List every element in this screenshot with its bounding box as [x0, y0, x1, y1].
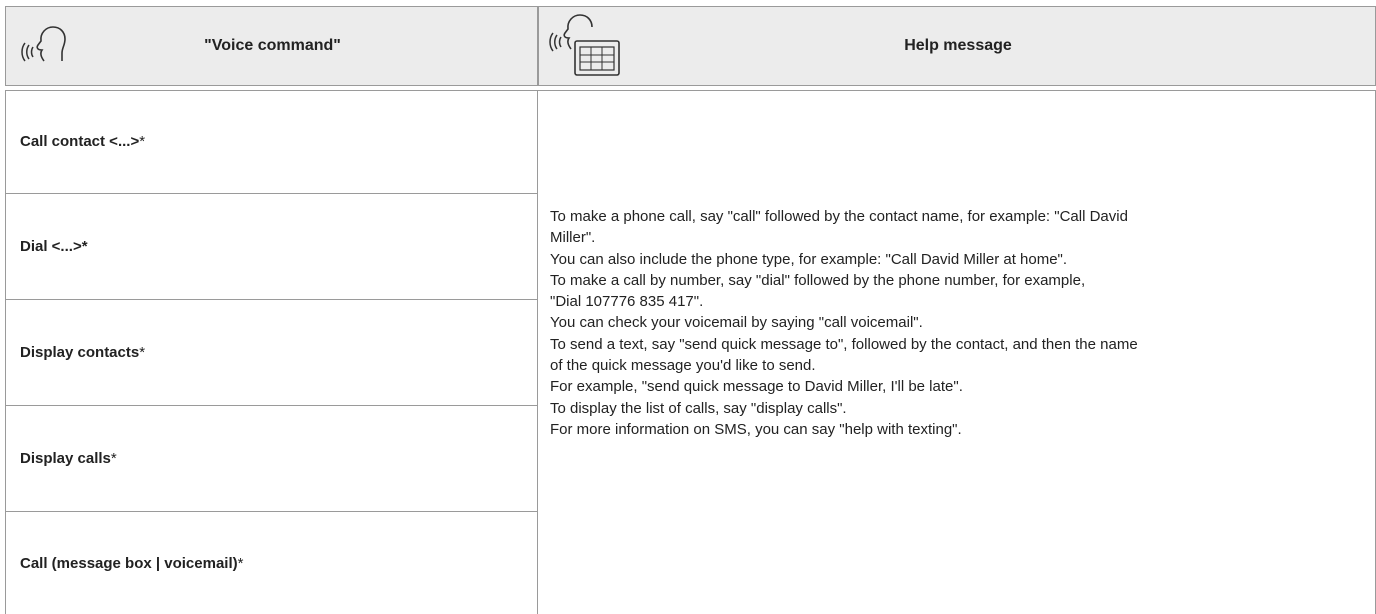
help-line: To send a text, say "send quick message …: [550, 335, 1138, 353]
help-column: To make a phone call, say "call" followe…: [538, 90, 1376, 614]
command-row: Display calls*: [6, 406, 538, 512]
help-line: You can also include the phone type, for…: [550, 250, 1068, 268]
commands-column: Call contact <...>* Dial <...>* Display …: [5, 90, 538, 614]
help-line: Miller".: [550, 229, 596, 247]
command-row: Dial <...>*: [6, 194, 538, 300]
help-line: For more information on SMS, you can say…: [550, 420, 962, 438]
help-line: To make a call by number, say "dial" fol…: [550, 271, 1086, 289]
help-line: To make a phone call, say "call" followe…: [550, 208, 1128, 225]
voice-command-header: "Voice command": [5, 6, 538, 86]
command-label: Display contacts*: [20, 344, 146, 361]
help-line: To display the list of calls, say "displ…: [550, 399, 847, 417]
command-row: Call contact <...>*: [6, 90, 538, 194]
help-message-header: Help message: [538, 6, 1376, 86]
help-line: You can check your voicemail by saying "…: [550, 314, 923, 332]
command-label: Display calls*: [20, 450, 117, 467]
command-label: Call contact <...>*: [20, 133, 146, 150]
voice-commands-table: "Voice command" Help message Call contac…: [0, 0, 1376, 614]
command-row: Call (message box | voicemail)*: [6, 512, 538, 614]
help-line: For example, "send quick message to Davi…: [550, 378, 963, 396]
help-line: "Dial 107776 835 417".: [550, 293, 704, 311]
voice-command-title: "Voice command": [204, 37, 341, 54]
help-line: of the quick message you'd like to send.: [550, 357, 816, 375]
help-message-title: Help message: [904, 37, 1012, 54]
command-label: Dial <...>*: [20, 238, 88, 255]
command-row: Display contacts*: [6, 300, 538, 406]
help-message-text: To make a phone call, say "call" followe…: [550, 206, 1350, 440]
command-label: Call (message box | voicemail)*: [20, 554, 244, 572]
